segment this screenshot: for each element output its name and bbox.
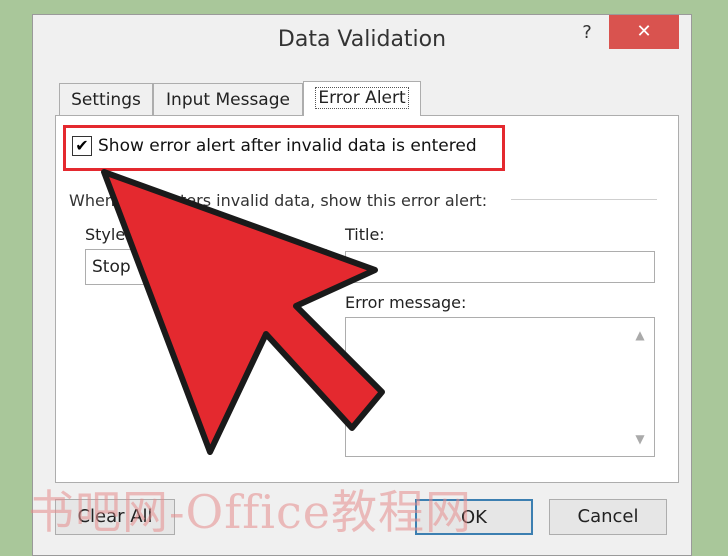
scroll-up-icon[interactable]: ▲ (632, 328, 648, 344)
cancel-button[interactable]: Cancel (549, 499, 667, 535)
tab-input-message[interactable]: Input Message (153, 83, 303, 116)
tab-label: Input Message (166, 90, 290, 110)
style-label: Style: (85, 225, 131, 244)
show-error-alert-checkbox[interactable]: ✔ (72, 136, 92, 156)
title-bar: Data Validation ? ✕ (33, 15, 691, 65)
tab-settings[interactable]: Settings (59, 83, 153, 116)
data-validation-dialog: Data Validation ? ✕ Settings Input Messa… (32, 14, 692, 556)
tab-error-alert[interactable]: Error Alert (303, 81, 421, 116)
style-dropdown[interactable]: Stop ▼ (85, 249, 327, 285)
title-input[interactable] (345, 251, 655, 283)
tab-label: Error Alert (315, 87, 409, 109)
show-error-alert-label[interactable]: Show error alert after invalid data is e… (98, 136, 477, 156)
help-button[interactable]: ? (577, 21, 597, 45)
close-button[interactable]: ✕ (609, 15, 679, 49)
chevron-down-icon[interactable]: ▼ (299, 250, 326, 284)
close-icon: ✕ (636, 21, 652, 42)
checkbox-highlight: ✔ Show error alert after invalid data is… (63, 125, 505, 171)
section-divider (511, 199, 657, 200)
scroll-down-icon[interactable]: ▼ (632, 432, 648, 448)
watermark: 书吧网-Office教程网 (28, 485, 473, 539)
section-label: When user enters invalid data, show this… (69, 191, 488, 210)
error-message-label: Error message: (345, 293, 467, 312)
error-message-textarea[interactable]: ▲ ▼ (345, 317, 655, 457)
style-value: Stop (92, 257, 131, 277)
tab-label: Settings (71, 90, 141, 110)
title-label: Title: (345, 225, 385, 244)
